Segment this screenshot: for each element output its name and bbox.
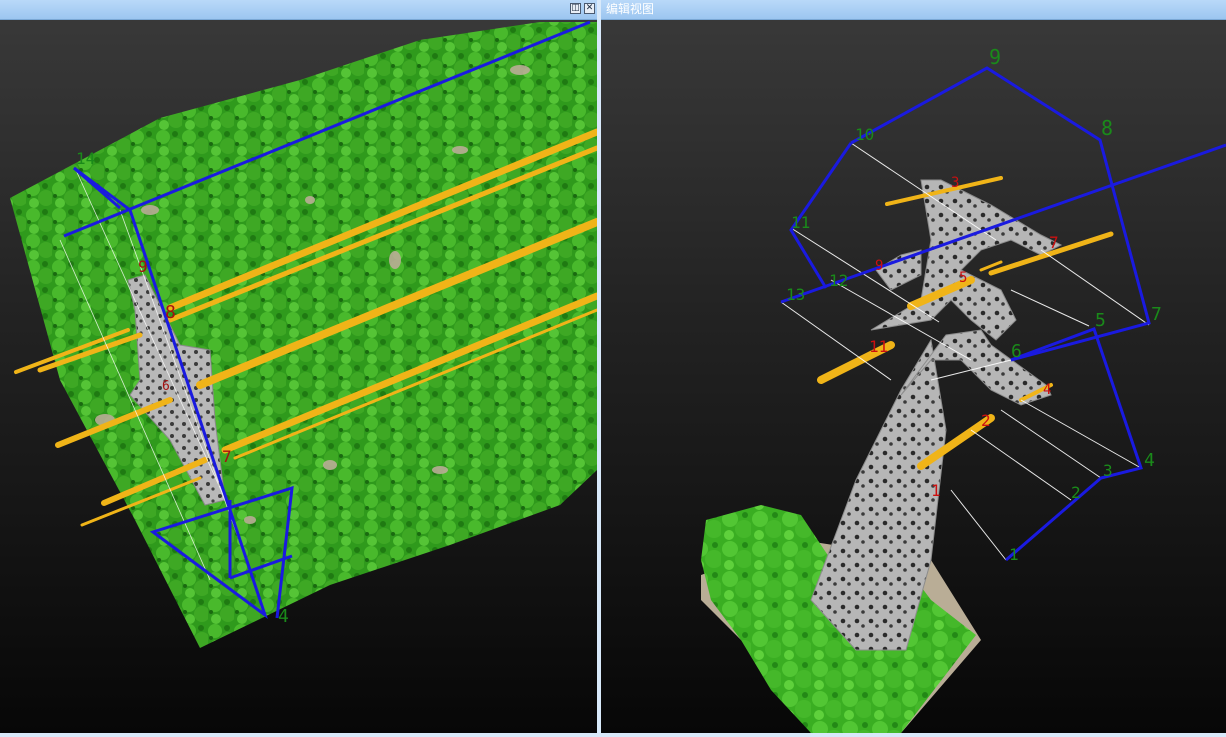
insulator-label-11: 11 [869,337,888,356]
edit-viewport-title: 编辑视图 [606,2,655,16]
edit-3d-viewport[interactable]: 编辑视图 9 8 10 11 12 13 7 5 6 4 3 2 1 3 7 9… [601,0,1226,733]
point-label-2: 2 [1071,483,1081,502]
insulator-label-5: 5 [959,270,967,286]
point-label-5: 5 [1095,310,1106,331]
point-label-10: 10 [855,125,874,144]
point-label-6: 6 [1011,341,1022,362]
left-point-label-7: 7 [222,447,232,466]
left-3d-viewport[interactable]: ◫ ✕ 14 9 8 6 7 4 [0,0,597,733]
left-point-cloud-canvas[interactable]: 14 9 8 6 7 4 [0,19,597,733]
point-label-13: 13 [786,285,805,304]
insulator-label-2: 2 [981,411,991,430]
point-label-9: 9 [989,45,1001,69]
insulator-label-7: 7 [1049,233,1059,252]
edit-viewport-titlebar: 编辑视图 [601,0,1226,20]
point-label-7: 7 [1151,304,1162,325]
left-point-label-8: 8 [165,302,176,323]
edit-point-cloud-canvas[interactable]: 9 8 10 11 12 13 7 5 6 4 3 2 1 3 7 9 5 11… [601,19,1226,733]
left-point-label-9: 9 [138,257,148,276]
bottom-border [0,733,1226,737]
close-icon: ✕ [585,3,594,13]
point-label-11: 11 [791,213,810,232]
point-label-1: 1 [1009,545,1019,564]
left-point-label-4: 4 [278,606,289,627]
insulator-label-1: 1 [931,481,941,500]
insulator-label-3: 3 [951,175,959,191]
point-label-12: 12 [829,271,848,290]
point-label-3: 3 [1103,461,1113,480]
restore-button[interactable]: ◫ [570,3,581,14]
point-label-8: 8 [1101,116,1113,140]
restore-icon: ◫ [571,3,580,13]
point-label-4: 4 [1144,450,1155,471]
insulator-label-4: 4 [1043,382,1051,398]
close-button[interactable]: ✕ [584,3,595,14]
left-viewport-titlebar: ◫ ✕ [0,0,597,20]
left-point-label-14: 14 [76,149,95,168]
insulator-label-9: 9 [875,258,883,274]
left-point-label-6: 6 [162,379,170,394]
